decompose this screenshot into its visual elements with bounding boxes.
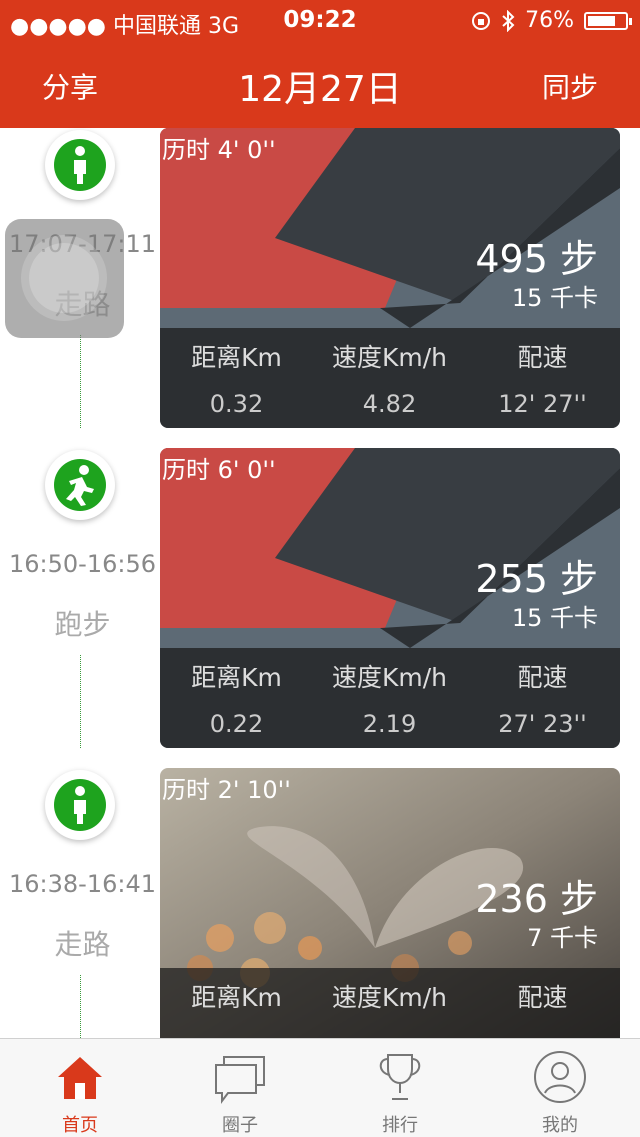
stat-header-distance: 距离Km [191, 983, 282, 1012]
activity-duration: 历时 4' 0'' [162, 136, 276, 164]
tab-bar: 首页 圈子 排行 我的 [0, 1038, 640, 1137]
timeline-line [80, 655, 81, 748]
timeline-line [80, 975, 81, 1038]
stat-header-speed: 速度Km/h [331, 983, 447, 1012]
lock-rotation-icon [472, 11, 491, 30]
stat-header-speed: 速度Km/h [331, 343, 447, 372]
activity-time-range: 16:38-16:41 [9, 870, 156, 898]
walking-icon [45, 130, 115, 200]
stat-value-pace: 12' 27'' [498, 390, 587, 418]
activity-steps: 255 步 [475, 557, 598, 601]
stat-value-distance: 0.22 [209, 710, 264, 738]
stat-value-pace: 27' 23'' [498, 710, 587, 738]
activity-calories: 15 千卡 [511, 284, 598, 312]
tab-circle-label: 圈子 [222, 1115, 258, 1136]
activity-card[interactable]: 历时 4' 0'' 495 步 15 千卡 距离Km 速度Km/h 配速 0.3… [160, 128, 620, 428]
activity-steps: 236 步 [475, 877, 598, 921]
activity-duration: 历时 2' 10'' [162, 776, 291, 804]
battery-percent: 76% [525, 8, 574, 33]
tab-profile-label: 我的 [542, 1115, 578, 1136]
stat-value-speed: 2.19 [362, 710, 417, 738]
stat-value-speed: 4.82 [362, 390, 417, 418]
tab-home[interactable]: 首页 [0, 1039, 160, 1137]
tab-circle[interactable]: 圈子 [160, 1039, 320, 1137]
battery-fill [588, 15, 616, 26]
activity-steps: 495 步 [475, 237, 598, 281]
stat-header-pace: 配速 [517, 663, 568, 692]
activity-stats: 距离Km 速度Km/h 配速 [160, 968, 620, 1038]
trophy-icon [379, 1054, 421, 1100]
stat-header-distance: 距离Km [191, 663, 282, 692]
activity-card[interactable]: 历时 6' 0'' 255 步 15 千卡 距离Km 速度Km/h 配速 0.2… [160, 448, 620, 748]
sync-button[interactable]: 同步 [542, 66, 598, 106]
battery-icon [584, 11, 632, 30]
activity-type-label: 走路 [54, 928, 111, 961]
stat-header-pace: 配速 [517, 343, 568, 372]
stat-header-pace: 配速 [517, 983, 568, 1012]
walking-icon [45, 770, 115, 840]
tab-ranking[interactable]: 排行 [320, 1039, 480, 1137]
activity-stats: 距离Km 速度Km/h 配速 0.32 4.82 12' 27'' [160, 328, 620, 428]
activity-stats: 距离Km 速度Km/h 配速 0.22 2.19 27' 23'' [160, 648, 620, 748]
activity-calories: 15 千卡 [511, 604, 598, 632]
status-bar: ●●●●● 中国联通 3G 09:22 76% [0, 0, 640, 40]
chat-icon [215, 1056, 265, 1104]
app-header: ●●●●● 中国联通 3G 09:22 76% 分享 12月27日 同步 [0, 0, 640, 128]
assistive-touch-button[interactable] [5, 219, 124, 338]
activity-card[interactable]: 历时 2' 10'' 236 步 7 千卡 距离Km 速度Km/h 配速 [160, 768, 620, 1038]
stat-value-distance: 0.32 [209, 390, 264, 418]
activity-duration: 历时 6' 0'' [162, 456, 276, 484]
activity-type-label: 跑步 [54, 608, 111, 641]
timeline-line [80, 335, 81, 428]
home-icon [58, 1057, 102, 1099]
tab-home-label: 首页 [62, 1115, 98, 1136]
tab-profile[interactable]: 我的 [480, 1039, 640, 1137]
stat-header-speed: 速度Km/h [331, 663, 447, 692]
tab-ranking-label: 排行 [382, 1115, 418, 1136]
activity-time-range: 16:50-16:56 [9, 550, 156, 578]
stat-header-distance: 距离Km [191, 343, 282, 372]
running-icon [45, 450, 115, 520]
profile-icon [534, 1051, 586, 1103]
bluetooth-icon [502, 9, 515, 32]
activity-calories: 7 千卡 [527, 924, 598, 952]
